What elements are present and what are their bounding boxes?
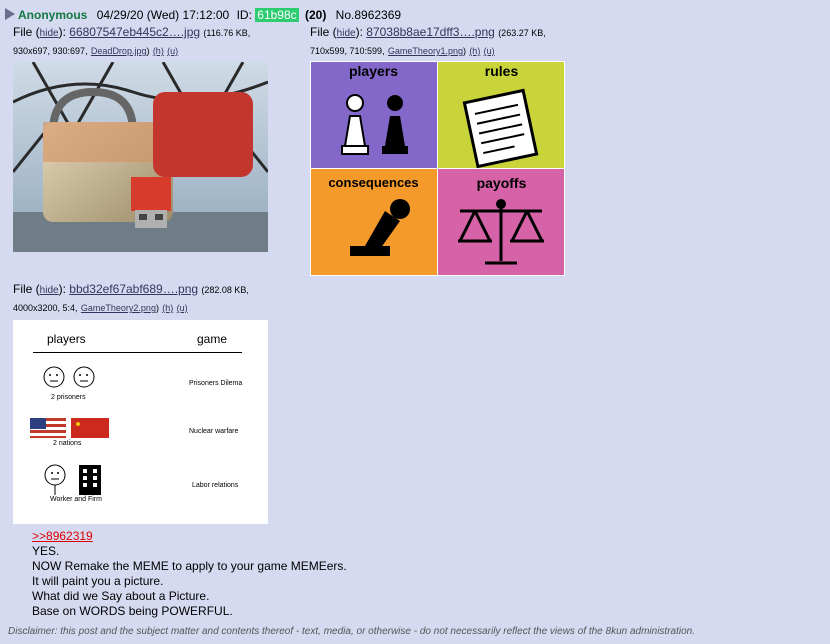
file-meta-2: 4000x3200, 5:4, [13, 303, 78, 313]
quadrant-rules-label: rules [484, 63, 519, 79]
row2-caption: 2 nations [53, 440, 82, 447]
original-filename-link[interactable]: DeadDrop.jpg [91, 46, 147, 56]
hide-link[interactable]: hide [40, 285, 59, 296]
post-intro: Anonymous 04/29/20 (Wed) 17:12:00 ID: 61… [5, 8, 401, 24]
two-faces-icon [43, 366, 95, 388]
h-link[interactable]: (h) [469, 46, 480, 56]
hide-link[interactable]: hide [40, 28, 59, 39]
column-players-header: players [47, 332, 86, 346]
file-sep: ): [58, 25, 66, 39]
quadrant-payoffs-label: payoffs [476, 175, 527, 191]
original-filename-link[interactable]: GameTheory1.png [388, 46, 463, 56]
u-link[interactable]: (u) [484, 46, 495, 56]
id-label: ID: [236, 8, 252, 22]
body-line: Base on WORDS being POWERFUL. [32, 604, 233, 618]
flags-icon [30, 418, 109, 438]
body-line: It will paint you a picture. [32, 574, 164, 588]
file-label: File ( [13, 282, 40, 296]
body-line: NOW Remake the MEME to apply to your gam… [32, 559, 347, 573]
post: Anonymous 04/29/20 (Wed) 17:12:00 ID: 61… [0, 0, 830, 644]
file-meta-1: (116.76 KB, [203, 28, 251, 38]
quadrant-consequences-label: consequences [328, 175, 419, 190]
header-divider [33, 352, 242, 353]
file-name-link[interactable]: bbd32ef67abf689….png [69, 282, 198, 296]
image-gametheory1[interactable]: players rules consequences payoffs [310, 61, 565, 276]
file-name-link[interactable]: 66807547eb445c2….jpg [69, 25, 200, 39]
h-link[interactable]: (h) [153, 46, 164, 56]
hide-link[interactable]: hide [337, 28, 356, 39]
body-line: YES. [32, 544, 60, 558]
file-meta-1: (263.27 KB, [498, 28, 546, 38]
post-number-link[interactable]: No.8962369 [336, 8, 401, 22]
game-theory-quadrants [311, 62, 564, 275]
file-meta-2: 930x697, 930:697, [13, 46, 88, 56]
quadrant-players-label: players [348, 63, 399, 79]
original-filename-link[interactable]: GameTheory2.png [81, 303, 156, 313]
usb-lock-photo [13, 62, 268, 252]
image-deaddrop[interactable] [13, 62, 268, 252]
h-link[interactable]: (h) [162, 303, 173, 313]
file-info-2: File (hide): 87038b8ae17dff3….png (263.2… [310, 25, 546, 56]
file-name-link[interactable]: 87038b8ae17dff3….png [366, 25, 495, 39]
column-game-header: game [197, 332, 228, 346]
row3-game: Labor relations [192, 482, 239, 489]
body-line: What did we Say about a Picture. [32, 589, 210, 603]
post-body: >>8962319 YES. NOW Remake the MEME to ap… [32, 529, 347, 619]
file-info-1: File (hide): 66807547eb445c2….jpg (116.7… [13, 25, 251, 56]
row1-caption: 2 prisoners [51, 394, 86, 401]
row3-caption: Worker and Firm [50, 496, 102, 503]
file-meta-2: 710x599, 710:599, [310, 46, 385, 56]
disclaimer: Disclaimer: this post and the subject ma… [8, 626, 695, 637]
u-link[interactable]: (u) [177, 303, 188, 313]
row1-game: Prisoners Dilema [189, 380, 243, 387]
row2-game: Nuclear warfare [189, 428, 239, 435]
u-link[interactable]: (u) [167, 46, 178, 56]
post-date: 04/29/20 (Wed) 17:12:00 [96, 8, 230, 22]
file-meta-1: (282.08 KB, [201, 285, 249, 295]
file-info-3: File (hide): bbd32ef67abf689….png (282.0… [13, 282, 249, 313]
post-menu-arrow-icon[interactable] [5, 8, 15, 20]
quote-link[interactable]: >>8962319 [32, 529, 93, 543]
file-sep: ): [355, 25, 363, 39]
worker-firm-icon [44, 464, 101, 495]
post-count: (20) [304, 8, 327, 22]
file-label: File ( [13, 25, 40, 39]
poster-name: Anonymous [18, 8, 88, 22]
file-sep: ): [58, 282, 66, 296]
image-gametheory2[interactable]: players game 2 prisoners Prisoners Dilem… [13, 320, 268, 524]
file-label: File ( [310, 25, 337, 39]
poster-id[interactable]: 61b98c [255, 8, 299, 22]
